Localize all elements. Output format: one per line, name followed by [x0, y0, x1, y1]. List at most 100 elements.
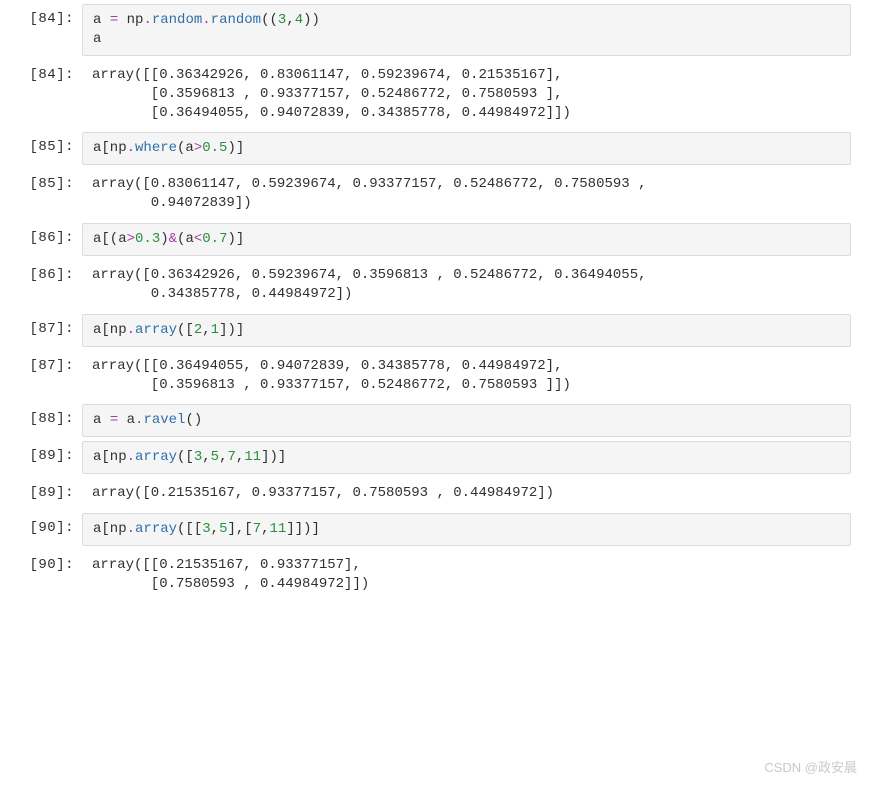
cell-85-input: [85]: a[np.where(a>0.5)] — [0, 132, 851, 165]
cell-86-output: [86]: array([0.36342926, 0.59239674, 0.3… — [0, 260, 851, 310]
token: = — [110, 412, 127, 428]
prompt-label: [85]: — [0, 132, 82, 157]
cell-84-output: [84]: array([[0.36342926, 0.83061147, 0.… — [0, 60, 851, 129]
prompt-label: [90]: — [0, 513, 82, 538]
token: 2 — [194, 322, 202, 338]
token: 3 — [202, 521, 210, 537]
token: a — [127, 412, 135, 428]
token: ],[ — [227, 521, 252, 537]
cell-85-output: [85]: array([0.83061147, 0.59239674, 0.9… — [0, 169, 851, 219]
output-area: array([[0.21535167, 0.93377157], [0.7580… — [82, 550, 851, 600]
token: array — [135, 449, 177, 465]
token: . — [127, 449, 135, 465]
prompt-label: [87]: — [0, 314, 82, 339]
token: a — [93, 12, 110, 28]
token: > — [194, 140, 202, 156]
output-area: array([0.36342926, 0.59239674, 0.3596813… — [82, 260, 851, 310]
token: . — [127, 521, 135, 537]
token: . — [127, 322, 135, 338]
output-area: array([0.21535167, 0.93377157, 0.7580593… — [82, 478, 851, 509]
token: = — [110, 12, 127, 28]
prompt-label: [85]: — [0, 169, 82, 194]
token: 7 — [253, 521, 261, 537]
token: )) — [303, 12, 320, 28]
code-area[interactable]: a = a.ravel() — [82, 404, 851, 437]
token: . — [143, 12, 151, 28]
prompt-label: [88]: — [0, 404, 82, 429]
token: 11 — [244, 449, 261, 465]
token: 0.5 — [202, 140, 227, 156]
token: random — [211, 12, 261, 28]
prompt-label: [89]: — [0, 478, 82, 503]
prompt-label: [90]: — [0, 550, 82, 575]
token: )] — [227, 231, 244, 247]
token: a[np — [93, 322, 127, 338]
token: (a — [177, 140, 194, 156]
token: (a — [177, 231, 194, 247]
code-area[interactable]: a[np.where(a>0.5)] — [82, 132, 851, 165]
code-area[interactable]: a[np.array([2,1])] — [82, 314, 851, 347]
cell-86-input: [86]: a[(a>0.3)&(a<0.7)] — [0, 223, 851, 256]
cell-84-input: [84]: a = np.random.random((3,4)) a — [0, 4, 851, 56]
prompt-label: [89]: — [0, 441, 82, 466]
cell-88-input: [88]: a = a.ravel() — [0, 404, 851, 437]
token: ravel — [143, 412, 185, 428]
cell-90-input: [90]: a[np.array([[3,5],[7,11]])] — [0, 513, 851, 546]
code-area[interactable]: a[np.array([3,5,7,11])] — [82, 441, 851, 474]
token: 4 — [295, 12, 303, 28]
token: 7 — [227, 449, 235, 465]
token: > — [127, 231, 135, 247]
token: where — [135, 140, 177, 156]
prompt-label: [84]: — [0, 4, 82, 29]
cell-87-output: [87]: array([[0.36494055, 0.94072839, 0.… — [0, 351, 851, 401]
code-area[interactable]: a = np.random.random((3,4)) a — [82, 4, 851, 56]
cell-89-output: [89]: array([0.21535167, 0.93377157, 0.7… — [0, 478, 851, 509]
token: array — [135, 322, 177, 338]
token: random — [152, 12, 202, 28]
token: ]])] — [286, 521, 320, 537]
token: 3 — [194, 449, 202, 465]
token: ([ — [177, 449, 194, 465]
token: ([[ — [177, 521, 202, 537]
token: a[np — [93, 449, 127, 465]
prompt-label: [84]: — [0, 60, 82, 85]
output-area: array([[0.36342926, 0.83061147, 0.592396… — [82, 60, 851, 129]
token: , — [286, 12, 294, 28]
token: ([ — [177, 322, 194, 338]
token: a — [93, 31, 101, 47]
token: & — [169, 231, 177, 247]
output-area: array([0.83061147, 0.59239674, 0.9337715… — [82, 169, 851, 219]
token: a — [93, 412, 110, 428]
token: . — [202, 12, 210, 28]
code-area[interactable]: a[np.array([[3,5],[7,11]])] — [82, 513, 851, 546]
cell-89-input: [89]: a[np.array([3,5,7,11])] — [0, 441, 851, 474]
prompt-label: [86]: — [0, 223, 82, 248]
token: a[np — [93, 140, 127, 156]
token: , — [261, 521, 269, 537]
cell-87-input: [87]: a[np.array([2,1])] — [0, 314, 851, 347]
token: , — [211, 521, 219, 537]
token: 0.3 — [135, 231, 160, 247]
cell-90-output: [90]: array([[0.21535167, 0.93377157], [… — [0, 550, 851, 600]
token: 1 — [211, 322, 219, 338]
watermark-text: CSDN @政安晨 — [764, 759, 857, 777]
token: np — [127, 12, 144, 28]
token: . — [127, 140, 135, 156]
token: )] — [227, 140, 244, 156]
token: , — [202, 449, 210, 465]
token: a[np — [93, 521, 127, 537]
token: () — [185, 412, 202, 428]
token: , — [202, 322, 210, 338]
token: ) — [160, 231, 168, 247]
token: a[(a — [93, 231, 127, 247]
code-area[interactable]: a[(a>0.3)&(a<0.7)] — [82, 223, 851, 256]
token: (( — [261, 12, 278, 28]
token: ])] — [219, 322, 244, 338]
token: 0.7 — [202, 231, 227, 247]
token: array — [135, 521, 177, 537]
token: 5 — [211, 449, 219, 465]
prompt-label: [87]: — [0, 351, 82, 376]
token: 11 — [270, 521, 287, 537]
token: ])] — [261, 449, 286, 465]
token: < — [194, 231, 202, 247]
